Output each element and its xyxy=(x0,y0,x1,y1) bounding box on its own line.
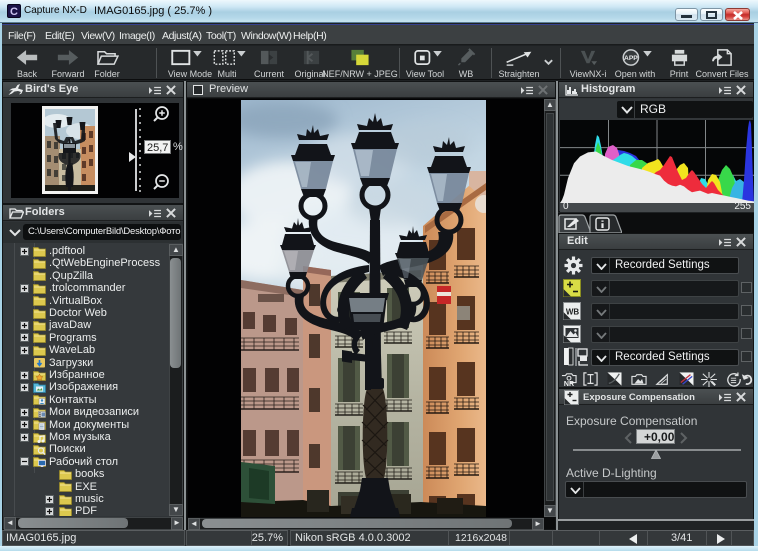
svg-text:WB: WB xyxy=(566,308,580,317)
svg-text:NR: NR xyxy=(564,381,574,387)
svg-text:APP: APP xyxy=(624,55,638,62)
